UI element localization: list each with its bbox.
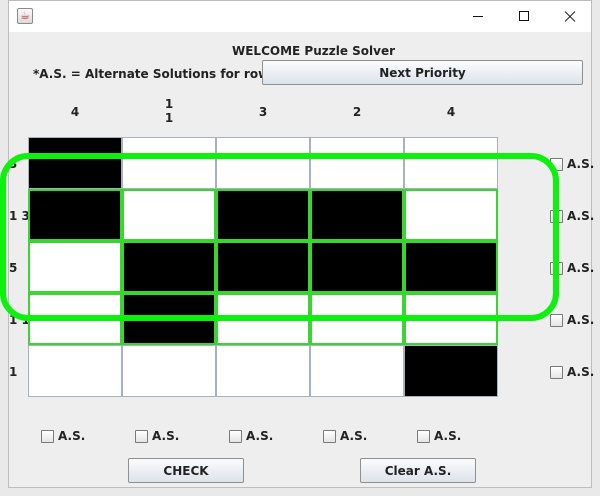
grid-cell[interactable]	[310, 137, 404, 189]
checkbox-box[interactable]	[229, 429, 242, 443]
close-button[interactable]	[547, 1, 593, 32]
grid-cell[interactable]	[216, 345, 310, 397]
checkbox-box[interactable]	[135, 429, 148, 443]
row-clue-2: 1 3	[9, 209, 30, 223]
grid-cell[interactable]	[28, 137, 122, 189]
column-clue-5: 4	[404, 105, 498, 119]
grid-cell[interactable]	[28, 345, 122, 397]
grid-cell[interactable]	[122, 241, 216, 293]
grid-cell[interactable]	[122, 293, 216, 345]
row-alt-solution-checkbox[interactable]: A.S.	[550, 157, 594, 171]
grid-cell[interactable]	[122, 189, 216, 241]
java-app-icon: ☕	[17, 8, 33, 24]
checkbox-label: A.S.	[58, 429, 86, 443]
grid-cell[interactable]	[216, 189, 310, 241]
checkbox-box[interactable]	[41, 429, 54, 443]
checkbox-label: A.S.	[152, 429, 180, 443]
column-alt-solution-checkbox[interactable]: A.S.	[417, 429, 461, 443]
column-clue-1: 4	[28, 105, 122, 119]
row-clue-1: 3	[9, 157, 18, 171]
grid-cell[interactable]	[28, 189, 122, 241]
checkbox-box[interactable]	[323, 429, 336, 443]
checkbox-box[interactable]	[417, 429, 430, 443]
grid-cell[interactable]	[310, 189, 404, 241]
column-alt-solution-checkbox[interactable]: A.S.	[41, 429, 85, 443]
grid-cell[interactable]	[404, 293, 498, 345]
app-window: ☕ WELCOME Puzzle Solver *A.S. = Alternat…	[8, 0, 594, 488]
checkbox-label: A.S.	[567, 365, 595, 379]
column-clue-3: 3	[216, 105, 310, 119]
row-clue-3: 5	[9, 261, 18, 275]
row-clue-5: 1	[9, 365, 18, 379]
title-bar: ☕	[9, 1, 591, 32]
column-alt-solution-checkbox[interactable]: A.S.	[229, 429, 273, 443]
grid-cell[interactable]	[216, 293, 310, 345]
row-clue-4: 1 1	[9, 313, 30, 327]
alternate-solutions-note: *A.S. = Alternate Solutions for row/col	[33, 67, 294, 81]
row-alt-solution-checkbox[interactable]: A.S.	[550, 209, 594, 223]
checkbox-label: A.S.	[567, 313, 595, 327]
checkbox-label: A.S.	[567, 157, 595, 171]
grid-cell[interactable]	[404, 345, 498, 397]
column-clue-number: 4	[70, 105, 80, 119]
grid-cell[interactable]	[216, 241, 310, 293]
check-button[interactable]: CHECK	[128, 458, 244, 483]
clear-as-button[interactable]: Clear A.S.	[360, 458, 476, 483]
checkbox-label: A.S.	[434, 429, 462, 443]
row-alt-solution-checkbox[interactable]: A.S.	[550, 261, 594, 275]
welcome-label: WELCOME Puzzle Solver	[232, 44, 396, 58]
grid-cell[interactable]	[122, 345, 216, 397]
grid-cell[interactable]	[28, 293, 122, 345]
column-alt-solution-checkbox[interactable]: A.S.	[135, 429, 179, 443]
grid-cell[interactable]	[310, 345, 404, 397]
grid-cell[interactable]	[122, 137, 216, 189]
grid-cell[interactable]	[404, 241, 498, 293]
column-clue-2: 11	[122, 97, 216, 125]
grid-cell[interactable]	[28, 241, 122, 293]
column-clue-number: 3	[258, 105, 268, 119]
checkbox-box[interactable]	[550, 365, 563, 379]
column-clue-number: 4	[446, 105, 456, 119]
checkbox-label: A.S.	[246, 429, 274, 443]
checkbox-box[interactable]	[550, 209, 563, 223]
content-pane: WELCOME Puzzle Solver *A.S. = Alternate …	[9, 32, 594, 487]
column-clue-4: 2	[310, 105, 404, 119]
row-alt-solution-checkbox[interactable]: A.S.	[550, 313, 594, 327]
column-clue-number: 1	[164, 97, 174, 111]
checkbox-label: A.S.	[567, 261, 595, 275]
next-priority-button[interactable]: Next Priority	[262, 60, 583, 85]
checkbox-label: A.S.	[340, 429, 368, 443]
checkbox-box[interactable]	[550, 157, 563, 171]
grid-cell[interactable]	[310, 241, 404, 293]
checkbox-box[interactable]	[550, 313, 563, 327]
maximize-button[interactable]	[501, 1, 547, 32]
grid-cell[interactable]	[404, 189, 498, 241]
column-clue-number: 1	[164, 111, 174, 125]
grid-cell[interactable]	[216, 137, 310, 189]
grid-cell[interactable]	[310, 293, 404, 345]
row-alt-solution-checkbox[interactable]: A.S.	[550, 365, 594, 379]
checkbox-label: A.S.	[567, 209, 595, 223]
grid-cell[interactable]	[404, 137, 498, 189]
minimize-button[interactable]	[455, 1, 501, 32]
checkbox-box[interactable]	[550, 261, 563, 275]
column-clue-number: 2	[352, 105, 362, 119]
column-alt-solution-checkbox[interactable]: A.S.	[323, 429, 367, 443]
